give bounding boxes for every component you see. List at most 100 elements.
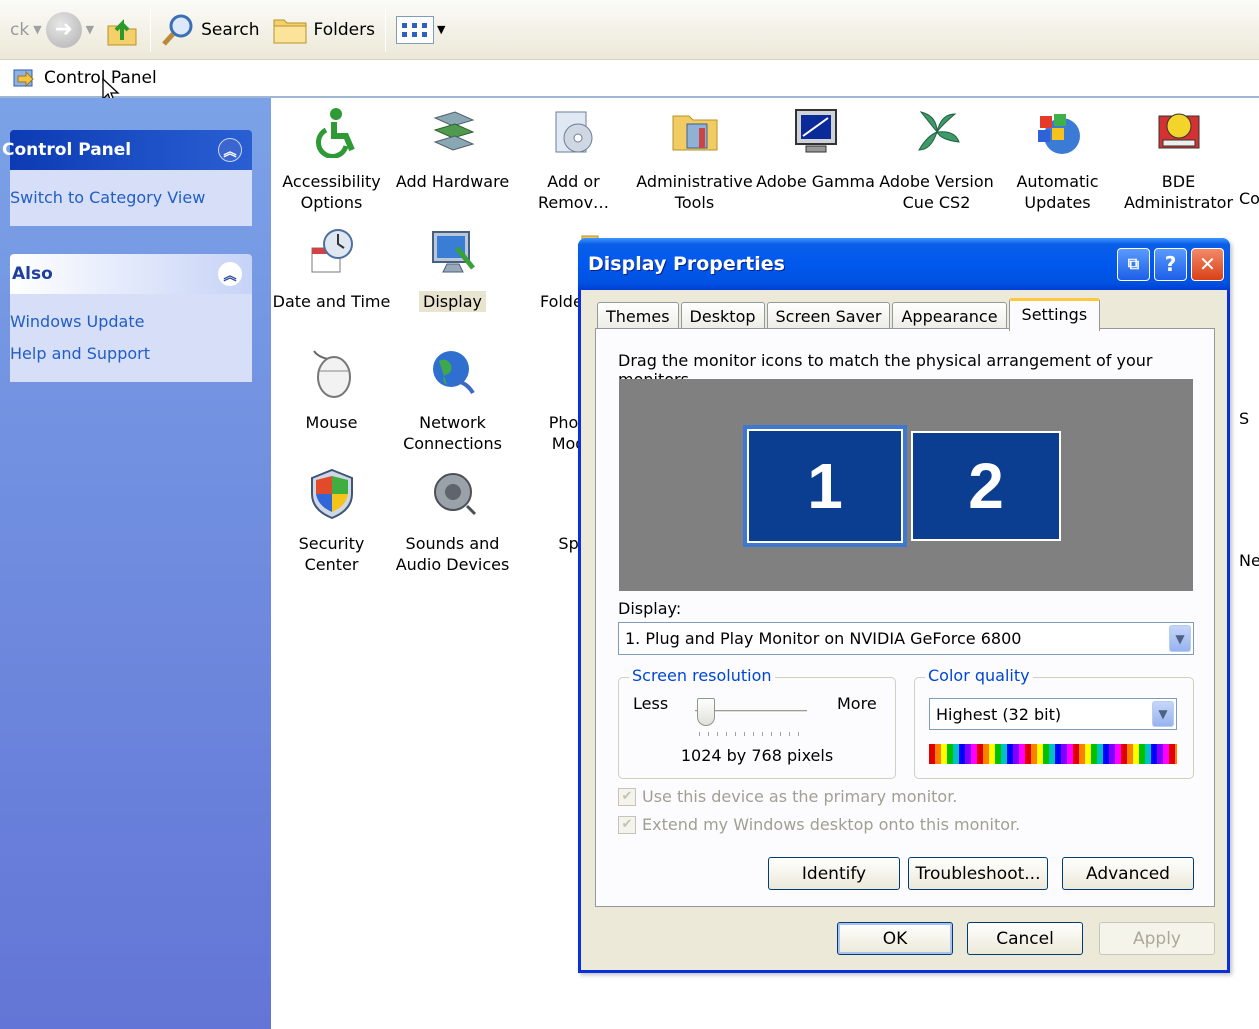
chevron-down-icon[interactable]: ▼ bbox=[1152, 701, 1174, 727]
item-label: Add Hardware bbox=[395, 172, 510, 191]
windows-update-link[interactable]: Windows Update bbox=[10, 306, 252, 338]
item-label: Automatic Updates bbox=[1016, 172, 1099, 212]
adobe-version-cue-item[interactable]: Adobe Version Cue CS2 bbox=[876, 106, 997, 213]
display-icon bbox=[431, 231, 475, 273]
item-label: Network Connections bbox=[403, 413, 502, 453]
close-button[interactable]: ✕ bbox=[1191, 247, 1224, 281]
tab-screen-saver[interactable]: Screen Saver bbox=[766, 302, 891, 330]
resolution-less-label: Less bbox=[633, 694, 669, 713]
administrative-tools-icon bbox=[672, 115, 717, 151]
troubleshoot-button[interactable]: Troubleshoot... bbox=[908, 857, 1048, 890]
display-item[interactable]: Display bbox=[392, 226, 513, 312]
display-select-value: 1. Plug and Play Monitor on NVIDIA GeFor… bbox=[625, 629, 1022, 648]
item-label: Date and Time bbox=[272, 292, 391, 311]
monitor-1[interactable]: 1 bbox=[743, 425, 907, 547]
sounds-audio-icon bbox=[433, 473, 476, 516]
forward-button[interactable]: ➜ bbox=[45, 11, 82, 48]
date-time-item[interactable]: Date and Time bbox=[271, 226, 392, 312]
add-hardware-icon bbox=[433, 111, 474, 151]
monitor-2[interactable]: 2 bbox=[911, 431, 1061, 541]
address-bar[interactable]: Control Panel bbox=[0, 60, 1259, 105]
checkbox-check-icon: ✔ bbox=[618, 787, 636, 806]
advanced-button[interactable]: Advanced bbox=[1062, 857, 1194, 890]
cancel-button[interactable]: Cancel bbox=[967, 922, 1083, 955]
color-quality-title: Color quality bbox=[925, 666, 1033, 685]
resolution-slider-ticks bbox=[699, 732, 805, 736]
extend-desktop-checkbox[interactable]: ✔ Extend my Windows desktop onto this mo… bbox=[618, 815, 1020, 834]
network-connections-item[interactable]: Network Connections bbox=[392, 347, 513, 454]
bde-administrator-item[interactable]: BDE Administrator bbox=[1118, 106, 1239, 213]
minimize-button[interactable]: ⧉ bbox=[1117, 247, 1150, 281]
forward-dropdown-icon[interactable]: ▼ bbox=[86, 23, 94, 36]
resolution-slider-thumb[interactable] bbox=[697, 698, 715, 726]
back-button-label[interactable]: ck bbox=[10, 20, 29, 40]
search-button[interactable]: Search bbox=[155, 8, 265, 52]
sounds-audio-item[interactable]: Sounds and Audio Devices bbox=[392, 468, 513, 575]
network-connections-icon bbox=[432, 351, 475, 395]
chevron-down-icon[interactable]: ▼ bbox=[1169, 625, 1191, 652]
collapse-chevron-icon[interactable]: ︽ bbox=[218, 262, 242, 286]
color-quality-select[interactable]: Highest (32 bit) ▼ bbox=[929, 698, 1177, 730]
adobe-gamma-item[interactable]: Adobe Gamma bbox=[755, 106, 876, 192]
dialog-title: Display Properties bbox=[588, 253, 785, 275]
address-value: Control Panel bbox=[44, 68, 157, 88]
edge-item-co[interactable]: Co bbox=[1239, 188, 1259, 209]
toolbar: ck ▼ ➜ ▼ Search Folders ▼ bbox=[0, 0, 1259, 60]
item-label: Co bbox=[1239, 189, 1259, 208]
add-remove-programs-item[interactable]: Add or Remov… bbox=[513, 106, 634, 213]
edge-item-ne[interactable]: Ne bbox=[1239, 550, 1259, 571]
mouse-item[interactable]: Mouse bbox=[271, 347, 392, 433]
checkbox-check-icon: ✔ bbox=[618, 815, 636, 834]
window-restore-icon: ⧉ bbox=[1127, 254, 1140, 273]
item-label: Adobe Version Cue CS2 bbox=[879, 172, 994, 212]
item-label: Mouse bbox=[305, 413, 358, 432]
add-hardware-item[interactable]: Add Hardware bbox=[392, 106, 513, 192]
color-quality-value: Highest (32 bit) bbox=[936, 704, 1062, 724]
see-also-header[interactable]: Also ︽ bbox=[10, 254, 252, 294]
control-panel-task-header[interactable]: Control Panel ︽ bbox=[2, 130, 252, 170]
automatic-updates-icon bbox=[1037, 114, 1080, 154]
toolbar-separator bbox=[150, 7, 152, 52]
toolbar-separator bbox=[384, 7, 386, 52]
switch-category-view-link[interactable]: Switch to Category View bbox=[10, 182, 252, 214]
ok-button[interactable]: OK bbox=[837, 922, 953, 955]
dialog-tabs: Themes Desktop Screen Saver Appearance S… bbox=[597, 298, 1102, 331]
identify-button[interactable]: Identify bbox=[768, 857, 900, 890]
item-label: Sounds and Audio Devices bbox=[395, 534, 510, 574]
item-label: Add or Remov… bbox=[537, 172, 610, 212]
help-support-link[interactable]: Help and Support bbox=[10, 338, 252, 370]
help-button[interactable]: ? bbox=[1154, 247, 1187, 281]
collapse-chevron-icon[interactable]: ︽ bbox=[218, 138, 242, 162]
folders-button[interactable]: Folders bbox=[266, 8, 381, 52]
search-label: Search bbox=[201, 19, 260, 40]
tab-desktop[interactable]: Desktop bbox=[680, 302, 765, 330]
up-folder-button[interactable] bbox=[98, 8, 146, 52]
security-center-item[interactable]: Security Center bbox=[271, 468, 392, 575]
back-dropdown-icon[interactable]: ▼ bbox=[33, 23, 41, 36]
question-mark-icon: ? bbox=[1164, 252, 1177, 276]
task-header-title: Control Panel bbox=[2, 140, 132, 160]
settings-tab-panel: Drag the monitor icons to match the phys… bbox=[595, 328, 1215, 907]
item-label: S bbox=[1239, 409, 1250, 428]
task-pane: Control Panel ︽ Switch to Category View … bbox=[0, 98, 271, 1029]
item-label: Security Center bbox=[298, 534, 365, 574]
display-properties-dialog: Display Properties ⧉ ? ✕ Themes Desktop … bbox=[578, 238, 1230, 973]
adobe-version-cue-icon bbox=[917, 111, 960, 151]
tab-settings[interactable]: Settings bbox=[1008, 298, 1101, 331]
automatic-updates-item[interactable]: Automatic Updates bbox=[997, 106, 1118, 213]
search-icon bbox=[162, 14, 193, 46]
display-select[interactable]: 1. Plug and Play Monitor on NVIDIA GeFor… bbox=[618, 622, 1194, 655]
dialog-titlebar[interactable]: Display Properties ⧉ ? ✕ bbox=[578, 238, 1230, 290]
apply-button[interactable]: Apply bbox=[1099, 922, 1215, 955]
views-button[interactable]: ▼ bbox=[390, 8, 451, 52]
screen-resolution-title: Screen resolution bbox=[629, 666, 775, 685]
tab-themes[interactable]: Themes bbox=[597, 302, 679, 330]
administrative-tools-item[interactable]: Administrative Tools bbox=[634, 106, 755, 213]
extend-desktop-label: Extend my Windows desktop onto this moni… bbox=[642, 815, 1021, 834]
edge-item-s[interactable]: S bbox=[1239, 408, 1259, 429]
accessibility-options-item[interactable]: Accessibility Options bbox=[271, 106, 392, 213]
tab-appearance[interactable]: Appearance bbox=[892, 302, 1007, 330]
bde-administrator-icon bbox=[1158, 113, 1199, 149]
primary-monitor-checkbox[interactable]: ✔ Use this device as the primary monitor… bbox=[618, 787, 957, 806]
see-also-body: Windows Update Help and Support bbox=[10, 294, 252, 382]
